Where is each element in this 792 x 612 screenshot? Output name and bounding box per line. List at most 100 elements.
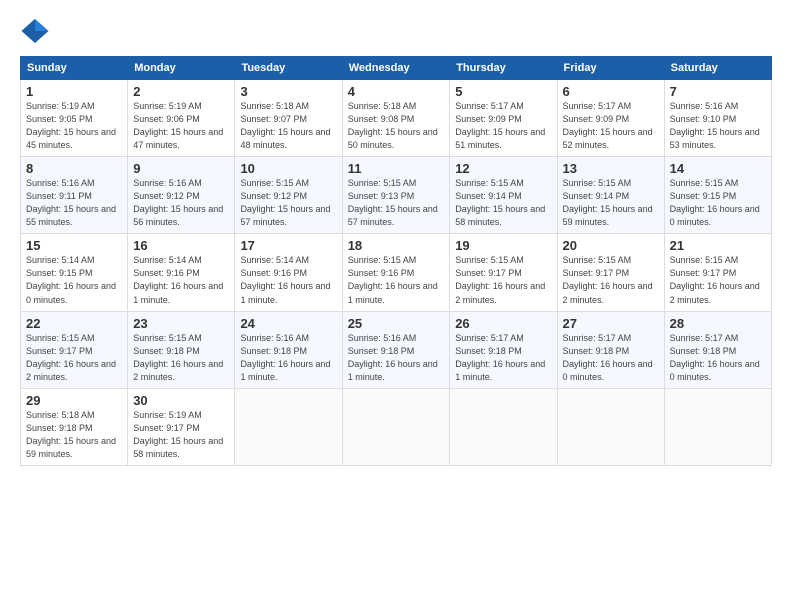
calendar-cell: 23 Sunrise: 5:15 AMSunset: 9:18 PMDaylig… xyxy=(128,311,235,388)
calendar-cell: 13 Sunrise: 5:15 AMSunset: 9:14 PMDaylig… xyxy=(557,157,664,234)
day-number: 8 xyxy=(26,161,122,176)
day-info: Sunrise: 5:16 AMSunset: 9:10 PMDaylight:… xyxy=(670,100,766,152)
day-info: Sunrise: 5:15 AMSunset: 9:18 PMDaylight:… xyxy=(133,332,229,384)
day-number: 5 xyxy=(455,84,551,99)
calendar-cell: 7 Sunrise: 5:16 AMSunset: 9:10 PMDayligh… xyxy=(664,80,771,157)
calendar-cell: 27 Sunrise: 5:17 AMSunset: 9:18 PMDaylig… xyxy=(557,311,664,388)
day-info: Sunrise: 5:16 AMSunset: 9:12 PMDaylight:… xyxy=(133,177,229,229)
day-number: 10 xyxy=(240,161,336,176)
calendar-cell: 5 Sunrise: 5:17 AMSunset: 9:09 PMDayligh… xyxy=(450,80,557,157)
day-info: Sunrise: 5:16 AMSunset: 9:11 PMDaylight:… xyxy=(26,177,122,229)
day-info: Sunrise: 5:18 AMSunset: 9:07 PMDaylight:… xyxy=(240,100,336,152)
calendar-cell: 20 Sunrise: 5:15 AMSunset: 9:17 PMDaylig… xyxy=(557,234,664,311)
day-number: 18 xyxy=(348,238,445,253)
calendar-page: Sunday Monday Tuesday Wednesday Thursday… xyxy=(0,0,792,612)
day-info: Sunrise: 5:14 AMSunset: 9:15 PMDaylight:… xyxy=(26,254,122,306)
calendar-cell: 14 Sunrise: 5:15 AMSunset: 9:15 PMDaylig… xyxy=(664,157,771,234)
calendar-cell xyxy=(450,388,557,465)
calendar-cell: 25 Sunrise: 5:16 AMSunset: 9:18 PMDaylig… xyxy=(342,311,450,388)
day-info: Sunrise: 5:15 AMSunset: 9:12 PMDaylight:… xyxy=(240,177,336,229)
day-info: Sunrise: 5:15 AMSunset: 9:13 PMDaylight:… xyxy=(348,177,445,229)
day-info: Sunrise: 5:15 AMSunset: 9:16 PMDaylight:… xyxy=(348,254,445,306)
day-info: Sunrise: 5:17 AMSunset: 9:18 PMDaylight:… xyxy=(455,332,551,384)
calendar-table: Sunday Monday Tuesday Wednesday Thursday… xyxy=(20,56,772,466)
day-number: 27 xyxy=(563,316,659,331)
day-number: 21 xyxy=(670,238,766,253)
day-number: 24 xyxy=(240,316,336,331)
day-info: Sunrise: 5:19 AMSunset: 9:17 PMDaylight:… xyxy=(133,409,229,461)
day-info: Sunrise: 5:15 AMSunset: 9:14 PMDaylight:… xyxy=(455,177,551,229)
calendar-cell: 17 Sunrise: 5:14 AMSunset: 9:16 PMDaylig… xyxy=(235,234,342,311)
day-number: 7 xyxy=(670,84,766,99)
day-number: 11 xyxy=(348,161,445,176)
day-number: 16 xyxy=(133,238,229,253)
col-monday: Monday xyxy=(128,57,235,80)
col-tuesday: Tuesday xyxy=(235,57,342,80)
calendar-cell: 26 Sunrise: 5:17 AMSunset: 9:18 PMDaylig… xyxy=(450,311,557,388)
day-number: 3 xyxy=(240,84,336,99)
day-number: 15 xyxy=(26,238,122,253)
logo xyxy=(20,16,54,46)
day-number: 17 xyxy=(240,238,336,253)
calendar-cell: 30 Sunrise: 5:19 AMSunset: 9:17 PMDaylig… xyxy=(128,388,235,465)
day-info: Sunrise: 5:19 AMSunset: 9:06 PMDaylight:… xyxy=(133,100,229,152)
calendar-cell: 16 Sunrise: 5:14 AMSunset: 9:16 PMDaylig… xyxy=(128,234,235,311)
calendar-cell: 18 Sunrise: 5:15 AMSunset: 9:16 PMDaylig… xyxy=(342,234,450,311)
day-info: Sunrise: 5:16 AMSunset: 9:18 PMDaylight:… xyxy=(240,332,336,384)
day-number: 26 xyxy=(455,316,551,331)
calendar-cell xyxy=(557,388,664,465)
day-number: 2 xyxy=(133,84,229,99)
calendar-cell: 22 Sunrise: 5:15 AMSunset: 9:17 PMDaylig… xyxy=(21,311,128,388)
calendar-cell: 6 Sunrise: 5:17 AMSunset: 9:09 PMDayligh… xyxy=(557,80,664,157)
day-number: 29 xyxy=(26,393,122,408)
day-number: 6 xyxy=(563,84,659,99)
header-row: Sunday Monday Tuesday Wednesday Thursday… xyxy=(21,57,772,80)
logo-icon xyxy=(20,16,50,46)
calendar-cell: 29 Sunrise: 5:18 AMSunset: 9:18 PMDaylig… xyxy=(21,388,128,465)
calendar-row: 1 Sunrise: 5:19 AMSunset: 9:05 PMDayligh… xyxy=(21,80,772,157)
day-number: 23 xyxy=(133,316,229,331)
day-info: Sunrise: 5:18 AMSunset: 9:08 PMDaylight:… xyxy=(348,100,445,152)
day-info: Sunrise: 5:15 AMSunset: 9:17 PMDaylight:… xyxy=(26,332,122,384)
calendar-cell: 24 Sunrise: 5:16 AMSunset: 9:18 PMDaylig… xyxy=(235,311,342,388)
day-info: Sunrise: 5:15 AMSunset: 9:17 PMDaylight:… xyxy=(670,254,766,306)
calendar-cell: 19 Sunrise: 5:15 AMSunset: 9:17 PMDaylig… xyxy=(450,234,557,311)
col-saturday: Saturday xyxy=(664,57,771,80)
calendar-cell: 3 Sunrise: 5:18 AMSunset: 9:07 PMDayligh… xyxy=(235,80,342,157)
calendar-cell: 4 Sunrise: 5:18 AMSunset: 9:08 PMDayligh… xyxy=(342,80,450,157)
day-number: 28 xyxy=(670,316,766,331)
day-number: 9 xyxy=(133,161,229,176)
calendar-cell: 15 Sunrise: 5:14 AMSunset: 9:15 PMDaylig… xyxy=(21,234,128,311)
day-info: Sunrise: 5:17 AMSunset: 9:09 PMDaylight:… xyxy=(455,100,551,152)
day-number: 25 xyxy=(348,316,445,331)
day-number: 12 xyxy=(455,161,551,176)
calendar-cell xyxy=(235,388,342,465)
calendar-cell: 2 Sunrise: 5:19 AMSunset: 9:06 PMDayligh… xyxy=(128,80,235,157)
day-info: Sunrise: 5:14 AMSunset: 9:16 PMDaylight:… xyxy=(240,254,336,306)
col-thursday: Thursday xyxy=(450,57,557,80)
day-info: Sunrise: 5:19 AMSunset: 9:05 PMDaylight:… xyxy=(26,100,122,152)
day-info: Sunrise: 5:17 AMSunset: 9:18 PMDaylight:… xyxy=(670,332,766,384)
day-info: Sunrise: 5:15 AMSunset: 9:17 PMDaylight:… xyxy=(563,254,659,306)
day-info: Sunrise: 5:15 AMSunset: 9:15 PMDaylight:… xyxy=(670,177,766,229)
day-number: 1 xyxy=(26,84,122,99)
day-number: 13 xyxy=(563,161,659,176)
col-wednesday: Wednesday xyxy=(342,57,450,80)
day-info: Sunrise: 5:18 AMSunset: 9:18 PMDaylight:… xyxy=(26,409,122,461)
page-header xyxy=(20,16,772,46)
calendar-row: 15 Sunrise: 5:14 AMSunset: 9:15 PMDaylig… xyxy=(21,234,772,311)
day-info: Sunrise: 5:14 AMSunset: 9:16 PMDaylight:… xyxy=(133,254,229,306)
calendar-cell xyxy=(342,388,450,465)
calendar-cell: 1 Sunrise: 5:19 AMSunset: 9:05 PMDayligh… xyxy=(21,80,128,157)
day-number: 19 xyxy=(455,238,551,253)
calendar-cell: 11 Sunrise: 5:15 AMSunset: 9:13 PMDaylig… xyxy=(342,157,450,234)
calendar-cell: 12 Sunrise: 5:15 AMSunset: 9:14 PMDaylig… xyxy=(450,157,557,234)
calendar-row: 8 Sunrise: 5:16 AMSunset: 9:11 PMDayligh… xyxy=(21,157,772,234)
calendar-cell: 28 Sunrise: 5:17 AMSunset: 9:18 PMDaylig… xyxy=(664,311,771,388)
calendar-cell: 21 Sunrise: 5:15 AMSunset: 9:17 PMDaylig… xyxy=(664,234,771,311)
calendar-cell: 9 Sunrise: 5:16 AMSunset: 9:12 PMDayligh… xyxy=(128,157,235,234)
col-friday: Friday xyxy=(557,57,664,80)
day-number: 4 xyxy=(348,84,445,99)
day-info: Sunrise: 5:17 AMSunset: 9:18 PMDaylight:… xyxy=(563,332,659,384)
day-number: 14 xyxy=(670,161,766,176)
